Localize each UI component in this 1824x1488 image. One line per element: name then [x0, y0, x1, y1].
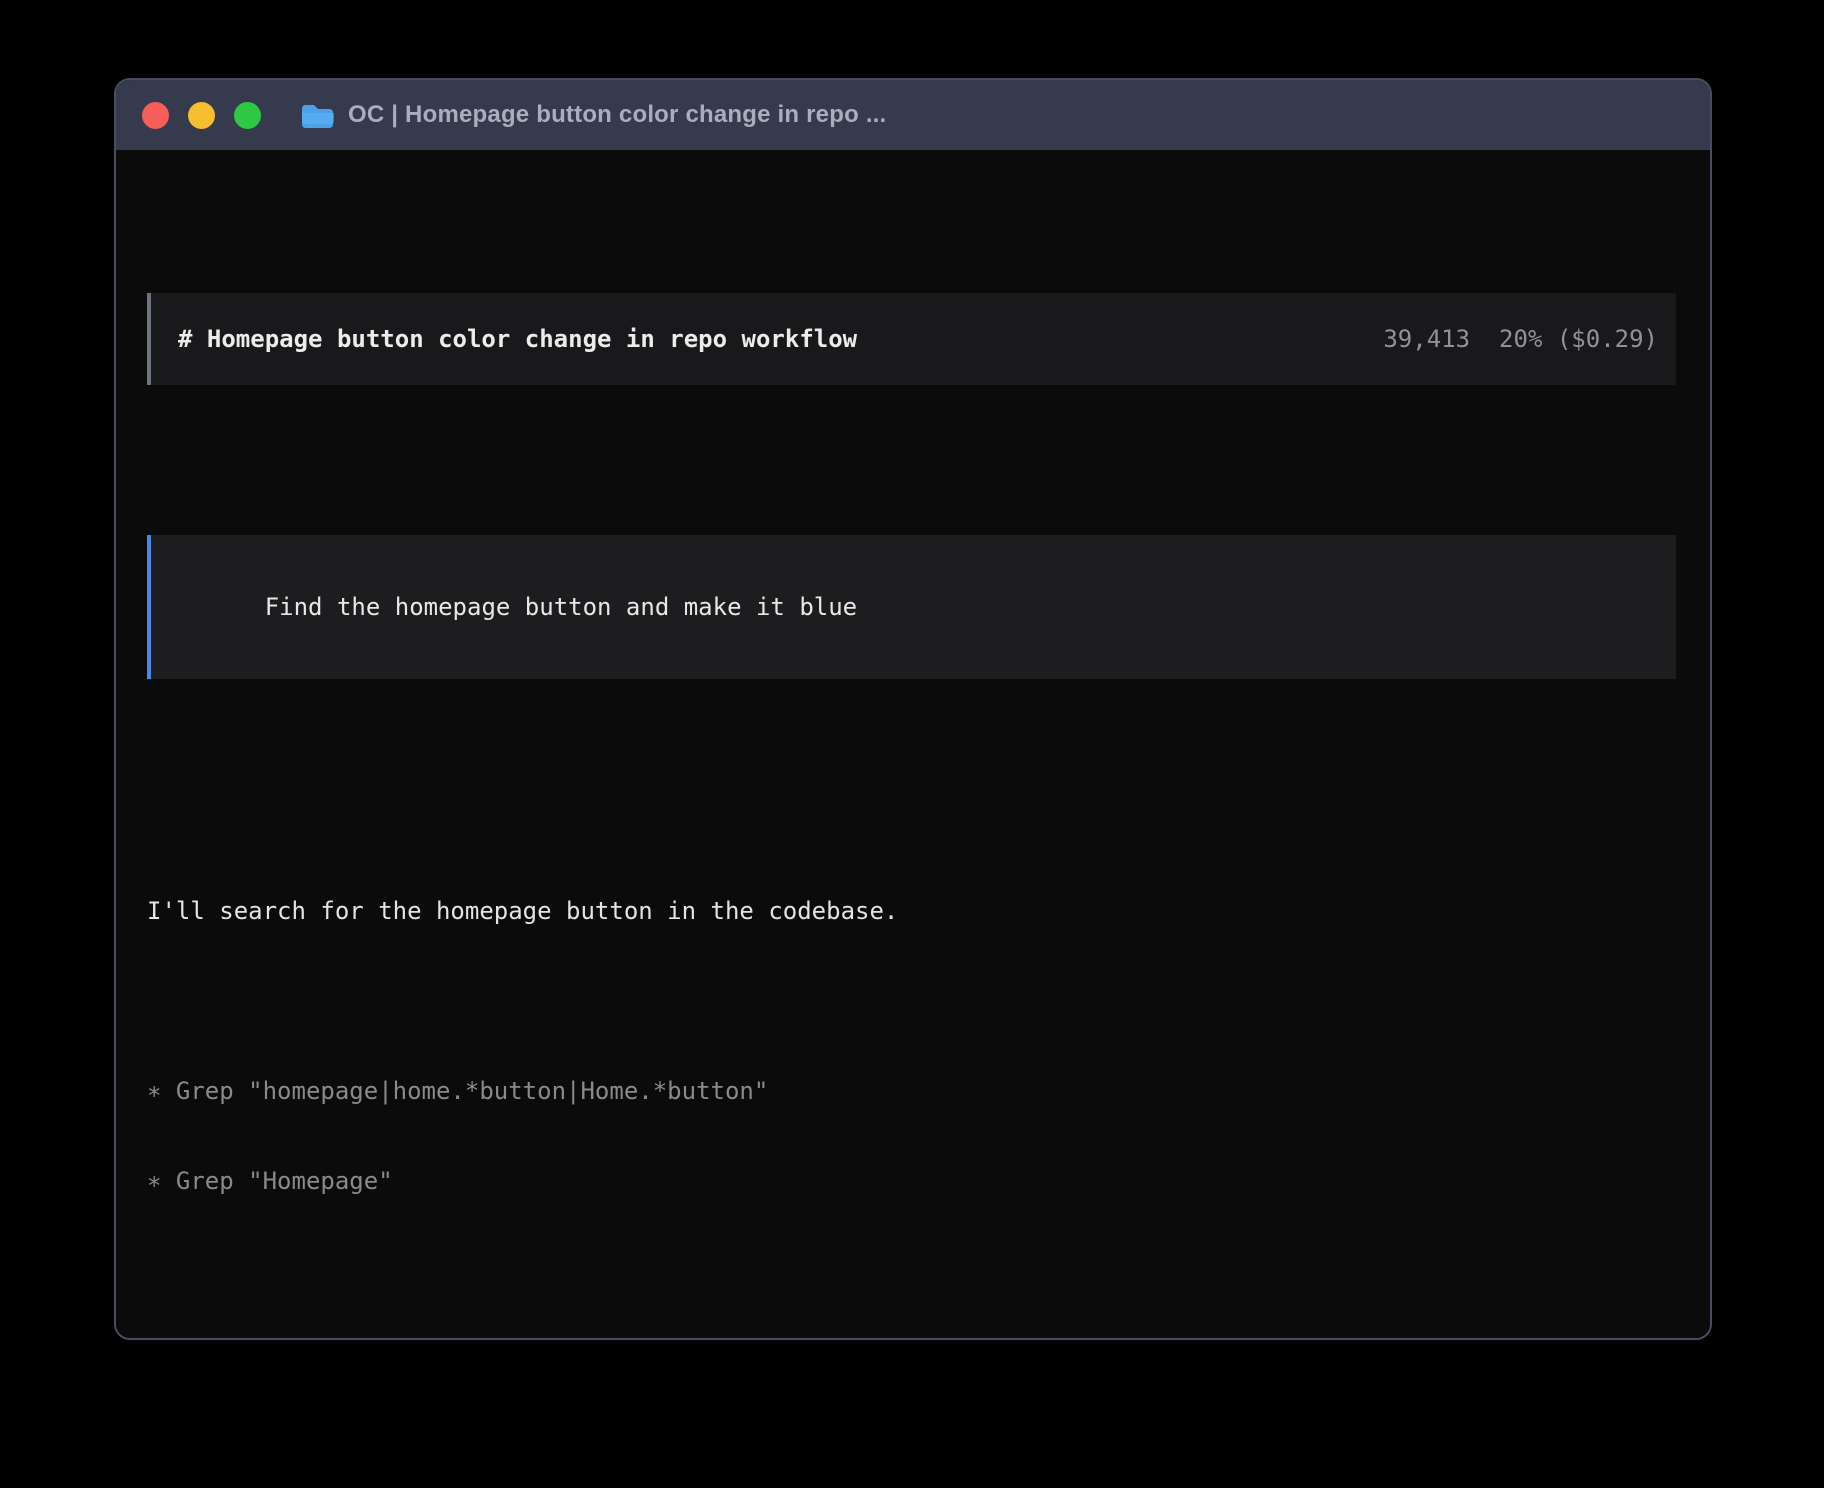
session-title: # Homepage button color change in repo w…: [178, 324, 857, 354]
tool-call-grep: ∗ Grep "Homepage": [147, 1166, 1676, 1196]
session-header: # Homepage button color change in repo w…: [147, 293, 1676, 385]
traffic-lights: [142, 102, 261, 129]
session-stats: 39,413 20% ($0.29): [1383, 324, 1658, 354]
context-cost: 20% ($0.29): [1499, 325, 1658, 353]
folder-icon: [301, 102, 334, 129]
token-count: 39,413: [1383, 325, 1470, 353]
minimize-button[interactable]: [188, 102, 215, 129]
zoom-button[interactable]: [234, 102, 261, 129]
terminal-content: # Homepage button color change in repo w…: [116, 150, 1710, 1340]
terminal-window: OC | Homepage button color change in rep…: [114, 78, 1712, 1340]
assistant-transcript: I'll search for the homepage button in t…: [147, 836, 1676, 1340]
window-title: OC | Homepage button color change in rep…: [348, 101, 886, 129]
user-message: Find the homepage button and make it blu…: [147, 535, 1676, 679]
assistant-text: I'll search for the homepage button in t…: [147, 896, 1676, 926]
titlebar-title-group: OC | Homepage button color change in rep…: [301, 101, 886, 129]
window-titlebar: OC | Homepage button color change in rep…: [116, 80, 1710, 150]
user-message-text: Find the homepage button and make it blu…: [265, 593, 857, 621]
close-button[interactable]: [142, 102, 169, 129]
tool-call-grep: ∗ Grep "homepage|home.*button|Home.*butt…: [147, 1076, 1676, 1106]
